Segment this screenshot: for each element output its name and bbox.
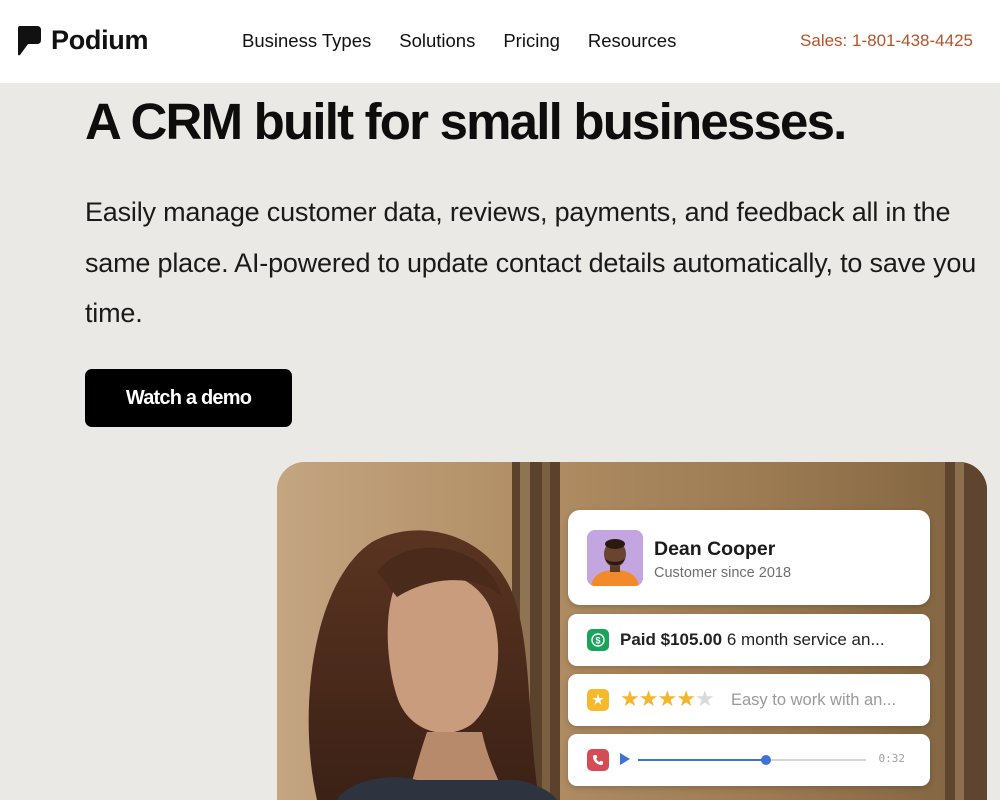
svg-text:$: $	[595, 635, 600, 645]
star-filled-icon: ★	[676, 686, 696, 711]
hero-subtitle: Easily manage customer data, reviews, pa…	[85, 197, 977, 328]
customer-avatar	[587, 530, 643, 586]
nav-business-types[interactable]: Business Types	[242, 30, 371, 52]
payment-amount: $105.00	[660, 630, 723, 649]
star-filled-icon: ★	[657, 686, 677, 711]
nav-resources[interactable]: Resources	[588, 30, 676, 52]
nav-solutions[interactable]: Solutions	[399, 30, 475, 52]
payment-card[interactable]: $ Paid $105.00 6 month service an...	[568, 614, 930, 666]
audio-scrubber-handle[interactable]	[760, 755, 771, 765]
customer-name: Dean Cooper	[654, 538, 776, 560]
audio-progress-track[interactable]	[638, 755, 866, 765]
star-filled-icon: ★	[638, 686, 659, 711]
star-rating: ★★★★★	[620, 686, 715, 711]
brand-name: Podium	[51, 25, 149, 55]
hero-title: A CRM built for small businesses.	[85, 93, 847, 150]
star-filled-icon: ★	[620, 686, 640, 711]
star-icon: ★	[587, 689, 609, 711]
audio-time: 0:32	[878, 752, 906, 765]
podium-logo[interactable]: Podium	[16, 25, 149, 56]
podium-logo-icon	[16, 25, 41, 56]
watch-demo-button[interactable]: Watch a demo	[85, 369, 292, 427]
main-nav: Business Types Solutions Pricing Resourc…	[242, 30, 704, 52]
call-recording-card[interactable]: 0:32	[568, 734, 930, 786]
sales-phone-link[interactable]: Sales: 1-801-438-4425	[800, 31, 973, 51]
top-nav-bar: Podium Business Types Solutions Pricing …	[0, 0, 1000, 83]
customer-profile-card[interactable]: Dean Cooper Customer since 2018	[568, 510, 930, 605]
dollar-icon: $	[587, 629, 609, 651]
review-snippet: Easy to work with an...	[731, 691, 897, 709]
customer-since: Customer since 2018	[654, 565, 792, 581]
payment-detail: 6 month service an...	[726, 630, 885, 649]
phone-icon	[587, 749, 609, 771]
review-card[interactable]: ★ ★★★★★ Easy to work with an...	[568, 674, 930, 726]
nav-pricing[interactable]: Pricing	[503, 30, 560, 52]
payment-label: Paid	[620, 630, 656, 649]
play-icon[interactable]	[620, 753, 630, 765]
star-empty-icon: ★	[694, 686, 715, 711]
audio-progress-fill	[638, 759, 766, 761]
payment-summary: Paid $105.00 6 month service an...	[620, 630, 885, 650]
